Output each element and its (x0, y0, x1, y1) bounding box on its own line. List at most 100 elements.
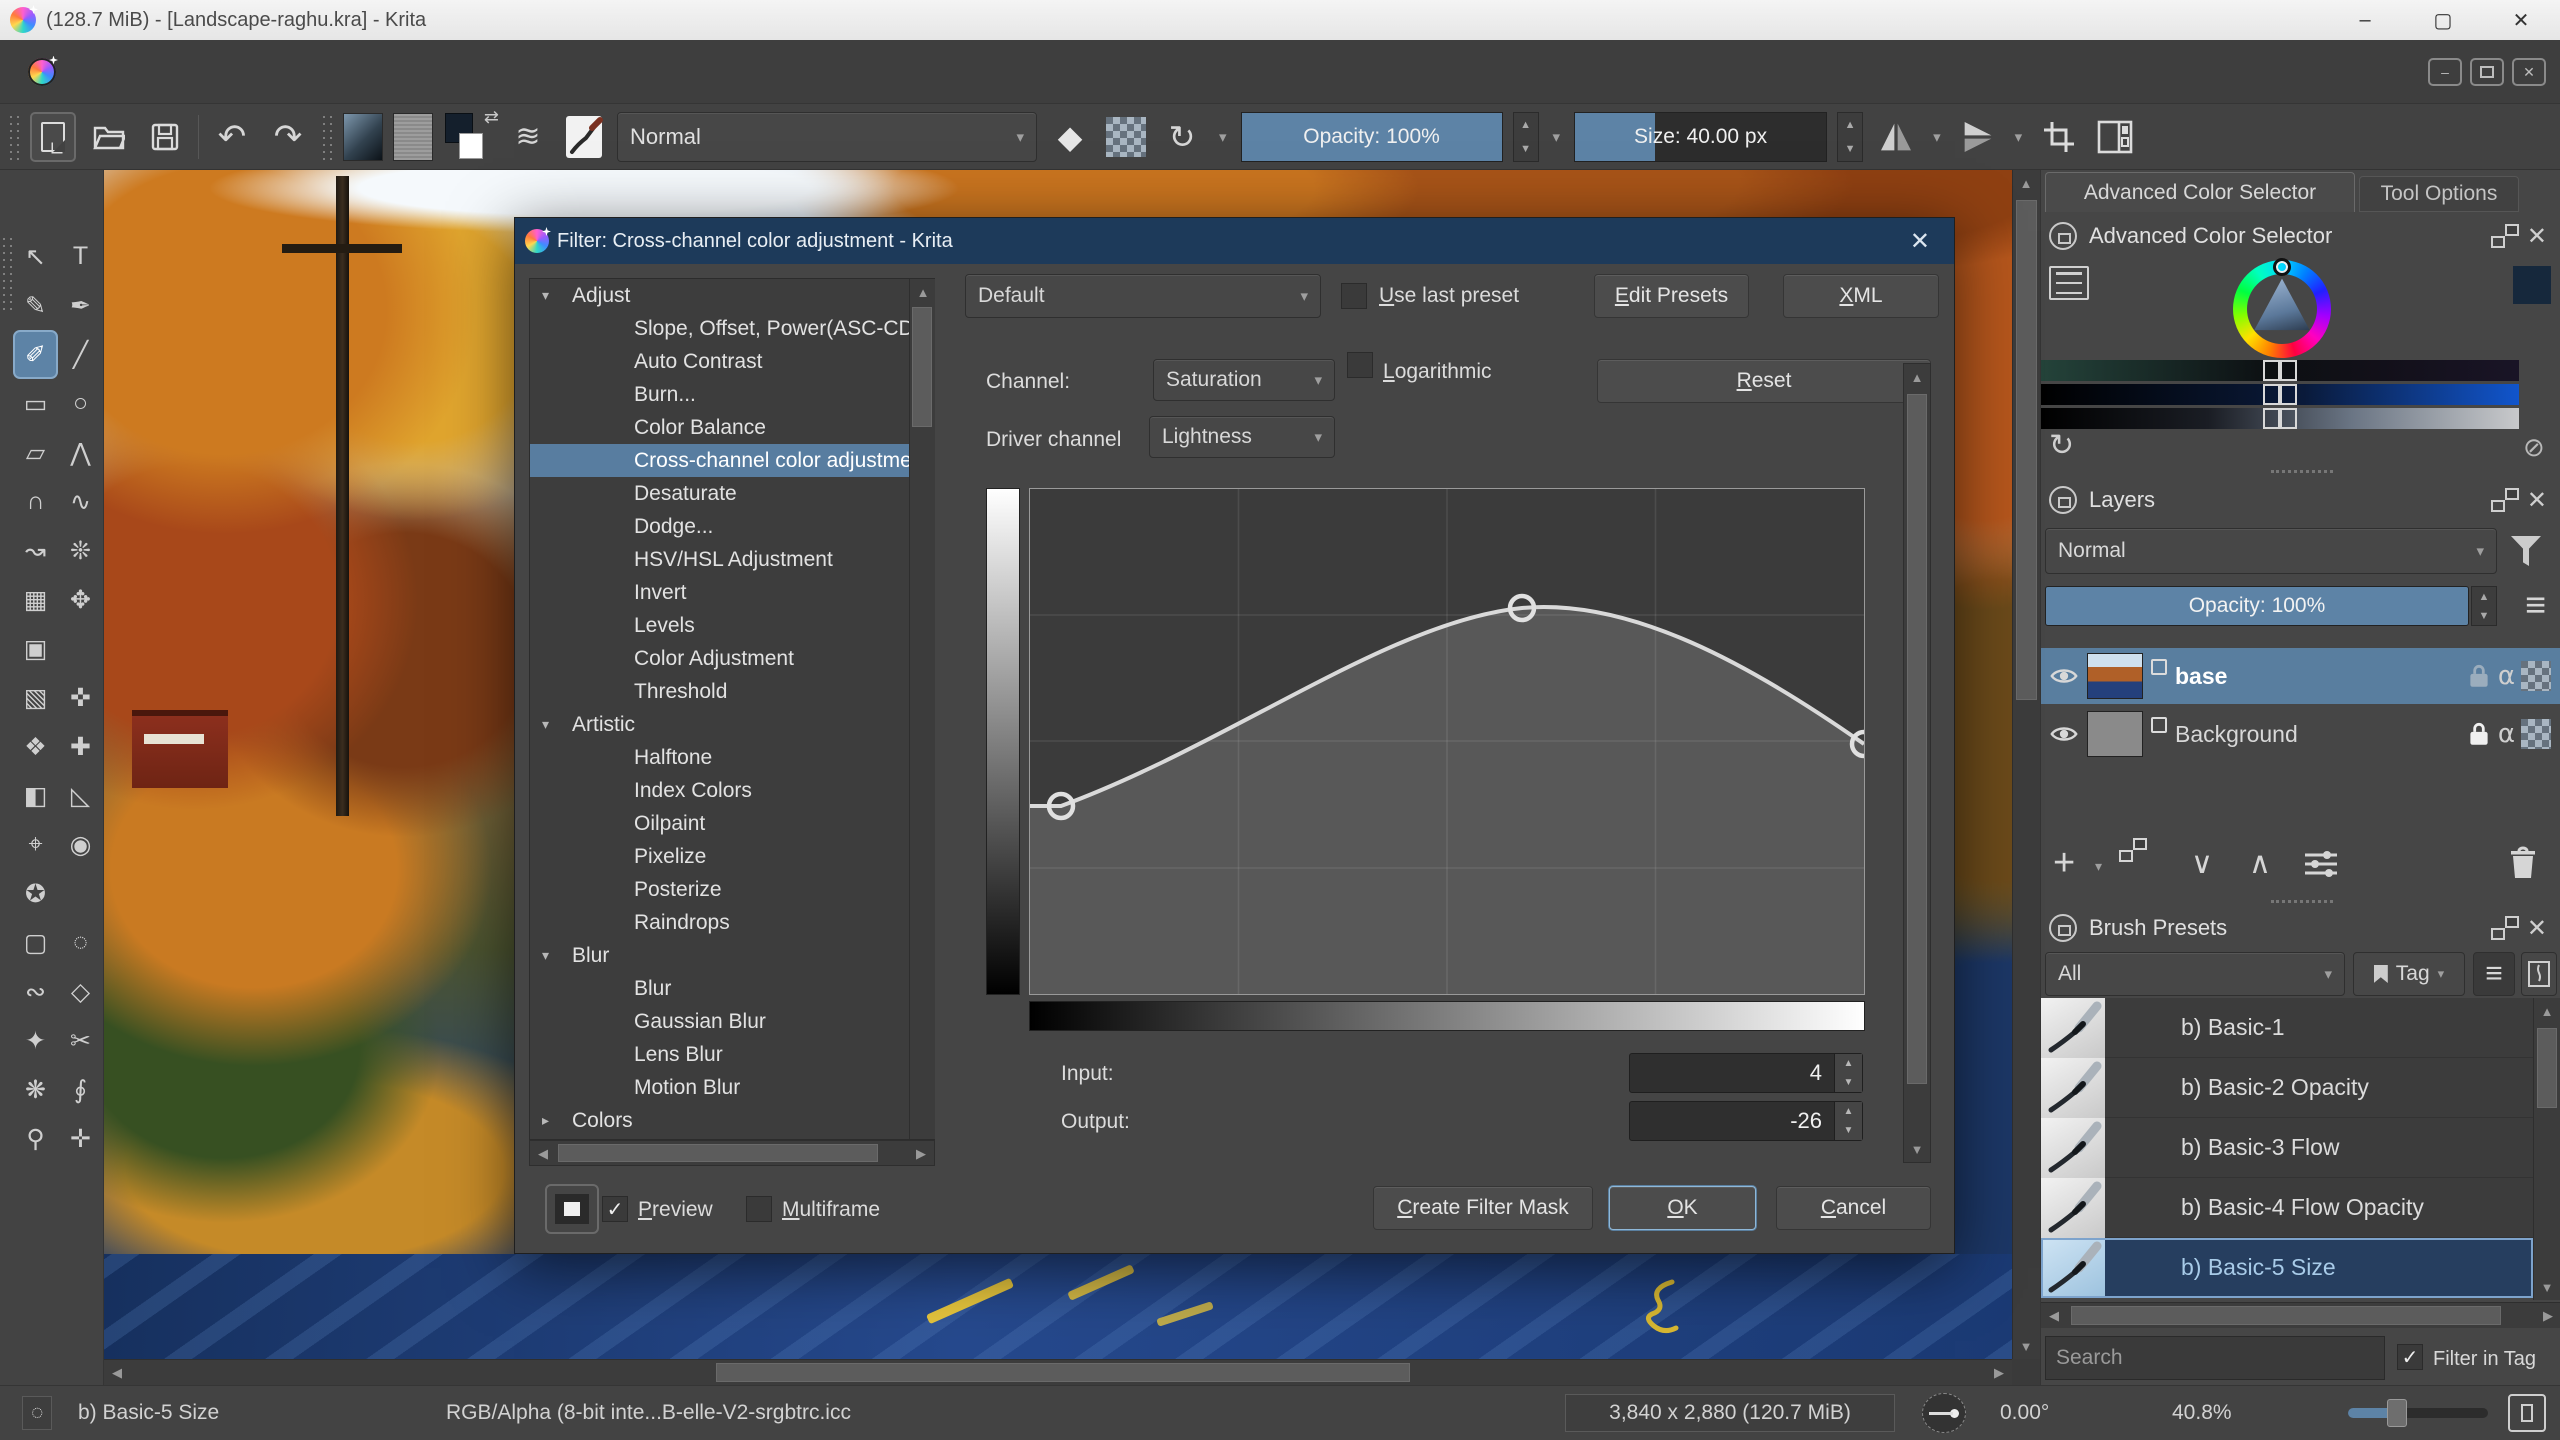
pattern-chooser[interactable] (393, 113, 433, 161)
move-layer-up-button[interactable]: ∧ (2249, 846, 2271, 881)
bezier-curve-tool[interactable]: ∩ (13, 477, 58, 526)
canvas-horizontal-scrollbar[interactable]: ◀ ▶ (104, 1359, 2012, 1385)
gradient-chooser[interactable] (343, 113, 383, 161)
canvas-rotation-icon[interactable] (1922, 1393, 1966, 1433)
tree-item[interactable]: Threshold (530, 675, 934, 708)
close-docker-icon[interactable]: ✕ (2527, 914, 2547, 943)
tree-expand-icon[interactable]: ▾ (542, 716, 568, 733)
undo-button[interactable]: ↶ (209, 112, 255, 162)
use-last-preset-checkbox[interactable] (1341, 283, 1367, 309)
tree-item[interactable]: Color Balance (530, 411, 934, 444)
tree-item[interactable]: Pixelize (530, 840, 934, 873)
layer-name[interactable]: Background (2175, 721, 2466, 748)
move-tool[interactable]: ✥ (58, 575, 103, 624)
tree-item[interactable]: Cross-channel color adjustment (530, 444, 934, 477)
reference-images-tool[interactable]: ✪ (13, 869, 58, 918)
preview-checkbox[interactable]: ✓ (602, 1196, 628, 1222)
zoom-tool[interactable]: ⚲ (13, 1114, 58, 1163)
preserve-alpha-button[interactable] (1103, 112, 1149, 162)
fill-tool[interactable]: ◧ (13, 771, 58, 820)
tree-item[interactable]: HSV/HSL Adjustment (530, 543, 934, 576)
color-wheel[interactable] (2233, 260, 2331, 358)
tree-item[interactable]: Raindrops (530, 906, 934, 939)
dynamic-brush-tool[interactable]: ↝ (13, 526, 58, 575)
delete-layer-button[interactable] (2507, 846, 2539, 888)
mdi-restore-icon[interactable] (2470, 58, 2504, 86)
brush-editor-button[interactable] (561, 112, 607, 162)
b) Basic-1[interactable]: b) Basic-1 (2041, 998, 2533, 1058)
close-button[interactable]: ✕ (2482, 0, 2560, 40)
hue-shade-bar[interactable] (2041, 384, 2519, 405)
h-scroll-thumb[interactable] (716, 1363, 1410, 1382)
rectangular-selection-tool[interactable]: ▢ (13, 918, 58, 967)
tree-scroll-thumb[interactable] (912, 307, 932, 427)
alpha-lock-icon[interactable]: α (2498, 719, 2515, 749)
tree-item[interactable]: Auto Contrast (530, 345, 934, 378)
scroll-left-icon[interactable]: ◀ (104, 1360, 130, 1385)
layer-opacity-spinner[interactable]: ▲▼ (2471, 586, 2497, 626)
use-last-preset-label[interactable]: Use last preset (1379, 284, 1519, 308)
ellipse-tool[interactable]: ○ (58, 379, 103, 428)
dialog-scroll-thumb[interactable] (1907, 394, 1927, 1084)
edit-shapes-tool[interactable]: ✎ (13, 281, 58, 330)
b) Basic-3 Flow[interactable]: b) Basic-3 Flow (2041, 1118, 2533, 1178)
opacity-slider[interactable]: Opacity: 100% (1241, 112, 1503, 162)
close-docker-icon[interactable]: ✕ (2527, 222, 2547, 251)
tree-item[interactable]: Desaturate (530, 477, 934, 510)
measure-tool[interactable]: ◺ (58, 771, 103, 820)
lock-docker-icon[interactable] (2049, 914, 2077, 942)
layer-opacity-slider[interactable]: Opacity: 100% (2045, 586, 2469, 626)
preset-search-input[interactable] (2045, 1336, 2385, 1380)
preset-hscrollbar[interactable]: ◀ ▶ (2041, 1302, 2560, 1328)
open-document-button[interactable] (86, 112, 132, 162)
blending-mode-combo[interactable]: Normal ▾ (617, 112, 1037, 162)
assistants-tool[interactable]: ⌖ (13, 820, 58, 869)
elliptical-selection-tool[interactable]: ◌ (58, 918, 103, 967)
tree-item[interactable]: ▾ Blur (530, 939, 934, 972)
transform-tool[interactable]: ▦ (13, 575, 58, 624)
reset-button[interactable]: Reset (1597, 359, 1931, 403)
status-canvas-size[interactable]: 3,840 x 2,880 (120.7 MiB) (1565, 1394, 1895, 1432)
freehand-path-tool[interactable]: ∿ (58, 477, 103, 526)
wrap-around-button[interactable] (2036, 112, 2082, 162)
scroll-right-icon[interactable]: ▶ (2535, 1303, 2560, 1329)
background-color-swatch[interactable] (459, 133, 483, 159)
b) Basic-4 Flow Opacity[interactable]: b) Basic-4 Flow Opacity (2041, 1178, 2533, 1238)
toolbar-grip2[interactable] (321, 114, 333, 160)
visibility-eye-icon[interactable] (2041, 723, 2087, 745)
close-docker-icon[interactable]: ✕ (2527, 486, 2547, 515)
docker-splitter[interactable] (2271, 470, 2333, 473)
text-tool[interactable]: T (58, 232, 103, 281)
refresh-icon[interactable]: ↻ (2049, 428, 2074, 463)
tree-item[interactable]: Dodge... (530, 510, 934, 543)
tree-item[interactable]: Index Colors (530, 774, 934, 807)
tab-advanced-color-selector[interactable]: Advanced Color Selector (2045, 172, 2355, 212)
alpha-lock-icon[interactable]: α (2498, 661, 2515, 691)
layer-thumbnail[interactable] (2087, 653, 2143, 699)
tree-item[interactable]: Burn... (530, 378, 934, 411)
transform-select-tool[interactable]: ↖ (13, 232, 58, 281)
tree-item[interactable]: Slope, Offset, Power(ASC-CDL) (530, 312, 934, 345)
preset-scrollbar[interactable]: ▲ ▼ (2533, 998, 2560, 1300)
bar-handle[interactable] (2263, 384, 2297, 405)
opacity-spinner[interactable]: ▲▼ (1513, 112, 1539, 162)
tree-item[interactable]: Color Adjustment (530, 642, 934, 675)
lock-docker-icon[interactable] (2049, 222, 2077, 250)
tree-item[interactable]: ▾ Artistic (530, 708, 934, 741)
tree-vscrollbar[interactable]: ▲ (909, 279, 935, 1139)
scroll-right-icon[interactable]: ▶ (908, 1141, 934, 1167)
preset-view-mode-button[interactable]: ≡ (2473, 952, 2515, 996)
tree-expand-icon[interactable]: ▾ (542, 287, 568, 304)
tree-item[interactable]: Gaussian Blur (530, 1005, 934, 1038)
tab-tool-options[interactable]: Tool Options (2359, 176, 2519, 212)
driver-channel-combo[interactable]: Lightness ▾ (1149, 416, 1335, 458)
reload-preset-button[interactable]: ↻ (1159, 112, 1205, 162)
create-filter-mask-button[interactable]: Create Filter Mask (1373, 1186, 1593, 1230)
mirror-v-dropdown-arrow[interactable]: ▾ (1929, 128, 1945, 146)
scroll-right-icon[interactable]: ▶ (1986, 1360, 2012, 1385)
tree-item[interactable]: Lens Blur (530, 1038, 934, 1071)
lock-docker-icon[interactable] (2049, 486, 2077, 514)
tree-item[interactable]: Blur (530, 972, 934, 1005)
swap-colors-icon[interactable]: ⇄ (484, 107, 499, 128)
color-sampler-tool[interactable]: ✜ (58, 673, 103, 722)
